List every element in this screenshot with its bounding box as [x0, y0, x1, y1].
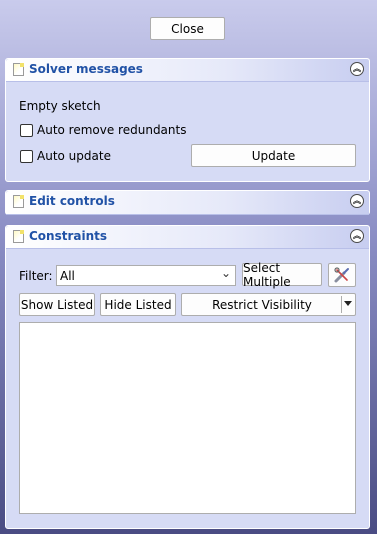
- auto-update-label: Auto update: [37, 149, 111, 163]
- sketch-icon: [13, 63, 24, 76]
- select-multiple-button[interactable]: Select Multiple: [242, 261, 322, 289]
- edit-controls-header[interactable]: Edit controls ︽: [6, 191, 369, 215]
- solver-messages-panel: Solver messages ︽ Empty sketch Auto remo…: [5, 58, 370, 182]
- constraint-settings-button[interactable]: [328, 263, 356, 287]
- show-listed-button[interactable]: Show Listed: [19, 293, 95, 316]
- sketch-icon: [13, 195, 24, 208]
- restrict-visibility-button[interactable]: Restrict Visibility: [181, 293, 356, 316]
- dropdown-separator: [341, 296, 342, 313]
- restrict-visibility-label: Restrict Visibility: [212, 297, 312, 312]
- auto-remove-redundants-checkbox[interactable]: [20, 124, 33, 137]
- auto-remove-redundants-label: Auto remove redundants: [37, 123, 187, 137]
- edit-controls-panel: Edit controls ︽: [5, 190, 370, 215]
- sketch-icon: [13, 230, 24, 243]
- filter-value: All: [60, 269, 75, 283]
- update-button[interactable]: Update: [191, 144, 356, 167]
- collapse-icon[interactable]: ︽: [350, 194, 364, 208]
- close-button[interactable]: Close: [150, 17, 225, 40]
- collapse-icon[interactable]: ︽: [350, 229, 364, 243]
- hide-listed-button[interactable]: Hide Listed: [100, 293, 176, 316]
- constraints-list[interactable]: [19, 322, 356, 514]
- panel-title: Solver messages: [29, 62, 143, 76]
- tools-icon: [334, 267, 349, 283]
- panel-title: Edit controls: [29, 194, 115, 208]
- solver-status-text: Empty sketch: [19, 99, 101, 113]
- constraints-panel: Constraints ︽ Filter: All ⌄ Select Multi…: [5, 225, 370, 529]
- collapse-icon[interactable]: ︽: [350, 62, 364, 76]
- chevron-down-icon: ⌄: [220, 266, 231, 280]
- chevron-down-icon[interactable]: [344, 301, 352, 306]
- solver-messages-header[interactable]: Solver messages ︽: [6, 59, 369, 82]
- panel-title: Constraints: [29, 229, 108, 243]
- constraints-header[interactable]: Constraints ︽: [6, 226, 369, 249]
- filter-label: Filter:: [19, 269, 53, 283]
- auto-update-checkbox[interactable]: [20, 150, 33, 163]
- filter-select[interactable]: All ⌄: [56, 265, 236, 286]
